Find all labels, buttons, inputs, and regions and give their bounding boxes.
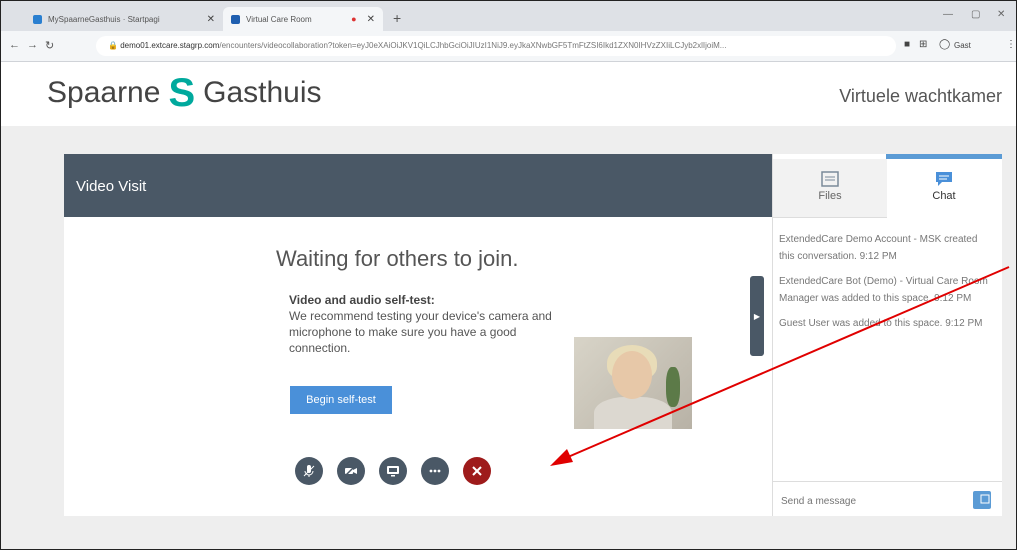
self-video-preview (574, 337, 692, 429)
menu-icon[interactable]: ⋮ (1006, 39, 1016, 50)
files-icon (821, 171, 839, 187)
brand-name-left: Spaarne (47, 76, 161, 109)
chat-input-row (773, 481, 1002, 517)
begin-self-test-button[interactable]: Begin self-test (290, 386, 392, 414)
browser-tab-bar: MySpaarneGasthuis · Startpagi ✕ Virtual … (1, 1, 1016, 31)
url-field[interactable]: 🔒 demo01.extcare.stagrp.com/encounters/v… (96, 36, 896, 56)
send-icon (980, 494, 990, 503)
call-controls (295, 457, 491, 485)
video-visit-header: Video Visit (64, 154, 772, 217)
chat-message: ExtendedCare Bot (Demo) - Virtual Care R… (779, 276, 988, 304)
url-host: demo01.extcare.stagrp.com (120, 41, 220, 50)
video-visit-title: Video Visit (76, 178, 147, 195)
waiting-message: Waiting for others to join. (276, 246, 519, 271)
selftest-info: Video and audio self-test: We recommend … (289, 292, 569, 356)
tab-title: Virtual Care Room (246, 14, 312, 24)
tab-files-label: Files (818, 190, 842, 202)
tab-chat[interactable]: Chat (887, 159, 1001, 217)
extension-icon[interactable]: ■ (904, 39, 910, 50)
browser-tab-myspaarne[interactable]: MySpaarneGasthuis · Startpagi ✕ (25, 7, 223, 31)
site-logo[interactable]: Spaarne S Gasthuis (47, 71, 322, 115)
reload-icon[interactable]: ↻ (45, 39, 54, 52)
forward-arrow-icon[interactable]: → (27, 39, 38, 51)
send-message-button[interactable] (973, 491, 991, 509)
page-label: Virtuele wachtkamer (839, 86, 1002, 106)
tab-favicon-icon (231, 14, 240, 24)
end-call-button[interactable] (463, 457, 491, 485)
stop-video-button[interactable] (337, 457, 365, 485)
preview-plant (666, 367, 680, 407)
tab-favicon-icon (33, 14, 42, 24)
brand-s-mark: S (168, 71, 196, 115)
share-screen-button[interactable] (379, 457, 407, 485)
close-tab-icon[interactable]: ✕ (367, 14, 375, 25)
browser-address-bar: ← → ↻ 🔒 demo01.extcare.stagrp.com/encoun… (1, 31, 1016, 62)
microphone-icon (303, 465, 315, 477)
chat-message: ExtendedCare Demo Account - MSK created … (779, 234, 978, 262)
chat-message-list: ExtendedCare Demo Account - MSK created … (779, 231, 994, 340)
camera-icon (344, 464, 357, 477)
preview-figure (594, 397, 672, 429)
site-header: Spaarne S Gasthuis Virtuele wachtkamer (1, 62, 1016, 126)
preview-face (612, 351, 652, 399)
chat-message-input[interactable] (779, 490, 963, 512)
url-path: /encounters/videocollaboration?token=eyJ… (219, 41, 727, 50)
side-panel: Files Chat ExtendedCare Demo Account - M… (772, 154, 1002, 516)
browser-tab-virtual-care-room[interactable]: Virtual Care Room ● ✕ (223, 7, 383, 31)
tab-chat-label: Chat (932, 190, 956, 202)
profile-label[interactable]: Gast (954, 41, 971, 50)
tab-title: MySpaarneGasthuis · Startpagi (48, 14, 160, 24)
mute-microphone-button[interactable] (295, 457, 323, 485)
minimize-icon[interactable]: — (943, 9, 953, 20)
video-visit-card: Video Visit Waiting for others to join. … (64, 154, 772, 516)
chat-icon (936, 172, 952, 186)
brand-name-right: Gasthuis (203, 76, 322, 109)
profile-icon[interactable]: ◯ (939, 39, 950, 50)
lock-icon: 🔒 (108, 41, 118, 50)
maximize-icon[interactable]: ▢ (971, 9, 980, 20)
panel-tabs: Files Chat (773, 159, 1002, 218)
close-window-icon[interactable]: ✕ (997, 9, 1005, 20)
recording-dot-icon: ● (351, 14, 357, 24)
collapse-panel-handle[interactable]: ▶ (750, 276, 764, 356)
more-options-button[interactable] (421, 457, 449, 485)
tab-files[interactable]: Files (773, 159, 887, 218)
chat-message: Guest User was added to this space. 9:12… (779, 318, 983, 329)
translate-icon[interactable]: ⊞ (919, 39, 927, 50)
screen-share-icon (387, 466, 399, 477)
end-call-icon (472, 466, 482, 476)
selftest-heading: Video and audio self-test: (289, 293, 435, 307)
back-arrow-icon[interactable]: ← (9, 39, 20, 51)
close-tab-icon[interactable]: ✕ (207, 14, 215, 25)
selftest-body: We recommend testing your device's camer… (289, 309, 552, 355)
new-tab-button[interactable]: + (393, 10, 401, 26)
screenshot-frame: MySpaarneGasthuis · Startpagi ✕ Virtual … (0, 0, 1017, 550)
more-icon (429, 469, 441, 473)
